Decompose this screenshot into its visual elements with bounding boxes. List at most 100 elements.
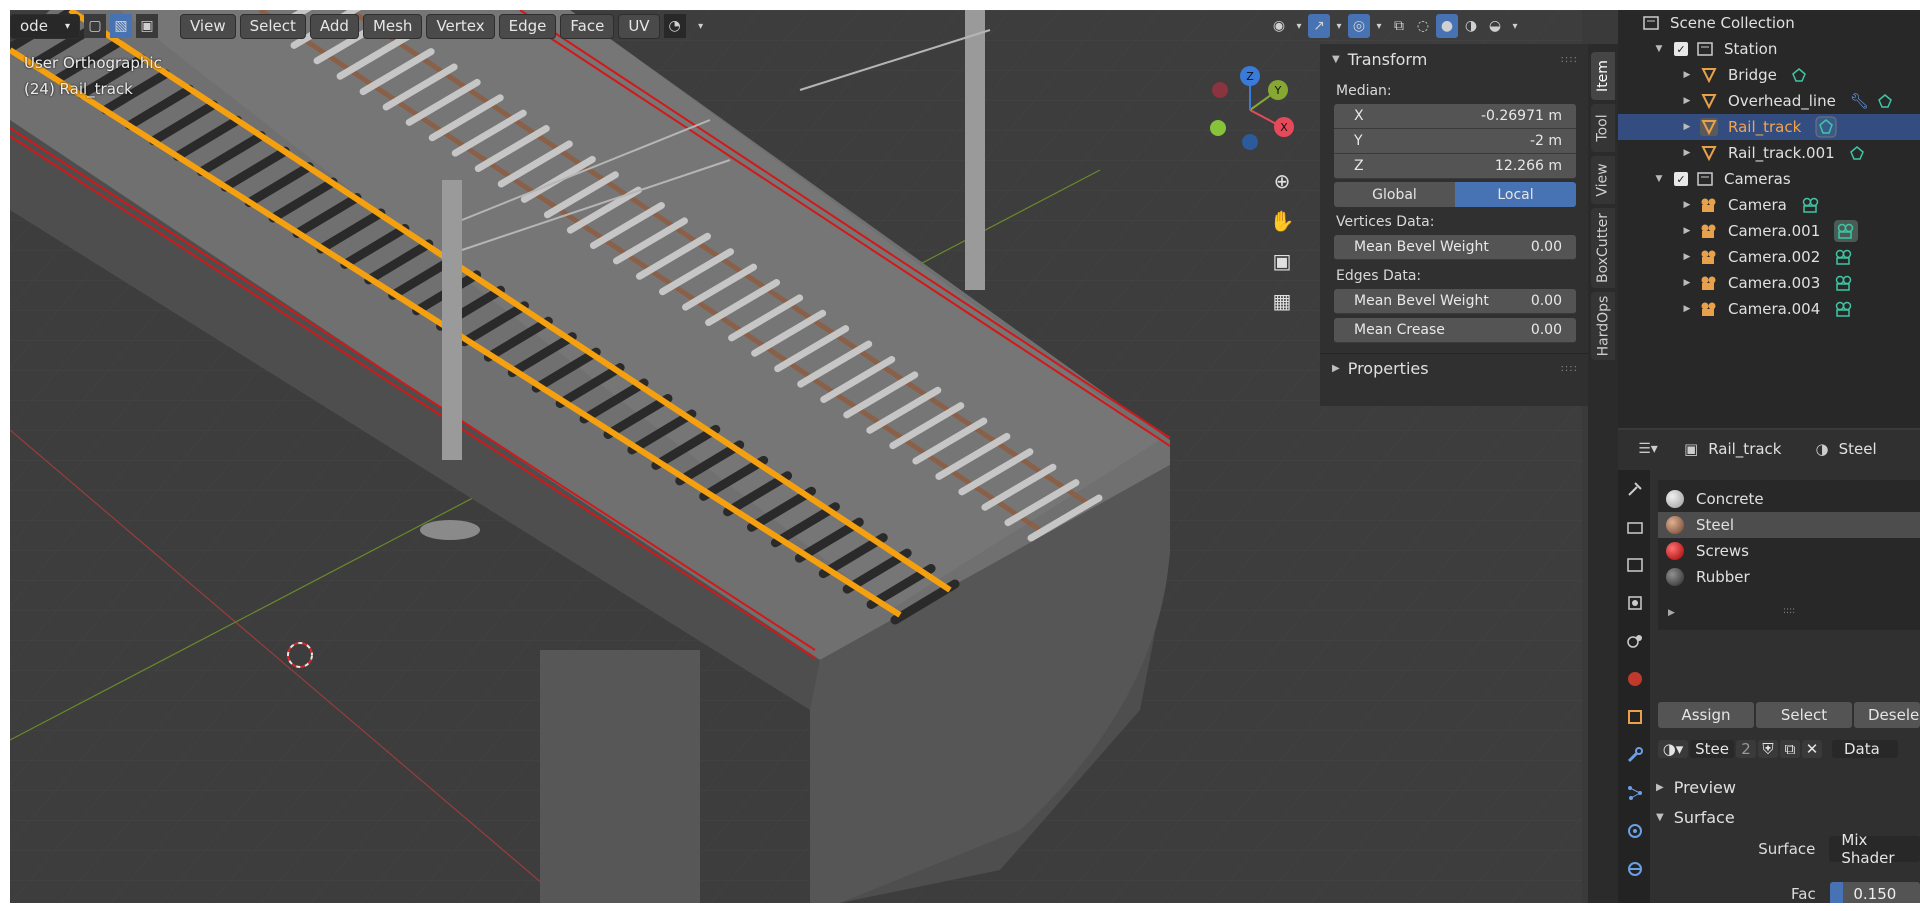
properties-panel-header[interactable]: ▶ Properties :::: xyxy=(1320,353,1588,383)
chevron-down-icon[interactable]: ▾ xyxy=(1332,14,1346,38)
scene-tab-icon[interactable] xyxy=(1622,628,1648,654)
fac-slider[interactable]: 0.150 xyxy=(1829,882,1920,903)
checkbox[interactable]: ✓ xyxy=(1674,42,1688,56)
outliner-row-station[interactable]: ▼ ✓ Station xyxy=(1618,36,1920,62)
outliner-row-camera-003[interactable]: ▶ Camera.003 xyxy=(1618,270,1920,296)
material-slot[interactable]: Rubber xyxy=(1658,564,1920,590)
mesh-data-icon[interactable] xyxy=(1849,145,1865,161)
solid-shading-icon[interactable]: ● xyxy=(1436,14,1458,38)
menu-vertex[interactable]: Vertex xyxy=(426,13,495,39)
face-select-icon[interactable]: ▣ xyxy=(136,14,158,38)
outliner-row-camera-001[interactable]: ▶ Camera.001 xyxy=(1618,218,1920,244)
menu-edge[interactable]: Edge xyxy=(498,13,557,39)
local-button[interactable]: Local xyxy=(1455,182,1576,207)
gizmo-y[interactable]: Y xyxy=(1268,80,1288,100)
chevron-right-icon[interactable]: ▶ xyxy=(1680,252,1694,262)
drag-handle-icon[interactable]: :::: xyxy=(1561,54,1578,65)
camera-view-icon[interactable]: ▣ xyxy=(1265,244,1299,278)
gizmo-z[interactable]: Z xyxy=(1240,66,1260,86)
camera-data-icon[interactable] xyxy=(1834,301,1854,317)
drag-handle-icon[interactable]: :::: xyxy=(1561,363,1578,374)
duplicate-icon[interactable]: ⧉ xyxy=(1780,740,1800,758)
outliner-row-rail-track-001[interactable]: ▶ Rail_track.001 xyxy=(1618,140,1920,166)
edge-bevel-weight-field[interactable]: Mean Bevel Weight 0.00 xyxy=(1334,289,1576,314)
material-slot[interactable]: Screws xyxy=(1658,538,1920,564)
zoom-icon[interactable]: ⊕ xyxy=(1265,164,1299,198)
chevron-right-icon[interactable]: ▶ xyxy=(1680,278,1694,288)
outliner-row-camera-004[interactable]: ▶ Camera.004 xyxy=(1618,296,1920,322)
render-tab-icon[interactable] xyxy=(1622,514,1648,540)
object-tab-icon[interactable] xyxy=(1622,704,1648,730)
material-shading-icon[interactable]: ◑ xyxy=(1460,14,1482,38)
material-browse-icon[interactable]: ◑▾ xyxy=(1658,740,1688,758)
preview-section-header[interactable]: ▶ Preview xyxy=(1656,774,1736,800)
chevron-right-icon[interactable]: ▶ xyxy=(1680,226,1694,236)
unlink-close-icon[interactable]: ✕ xyxy=(1802,740,1822,758)
camera-data-icon[interactable] xyxy=(1834,220,1859,242)
material-name-field[interactable]: Stee xyxy=(1690,740,1734,758)
vertex-bevel-weight-field[interactable]: Mean Bevel Weight 0.00 xyxy=(1334,235,1576,260)
overlays-icon[interactable]: ◎ xyxy=(1348,14,1370,38)
transform-panel-header[interactable]: ▼ Transform :::: xyxy=(1320,44,1588,74)
chevron-down-icon[interactable]: ▾ xyxy=(1508,14,1522,38)
outliner-row-camera-002[interactable]: ▶ Camera.002 xyxy=(1618,244,1920,270)
menu-uv[interactable]: UV xyxy=(618,13,660,39)
menu-select[interactable]: Select xyxy=(239,13,306,39)
chevron-down-icon[interactable]: ▼ xyxy=(1652,174,1666,184)
surface-shader-dropdown[interactable]: Mix Shader xyxy=(1829,831,1920,867)
vertex-select-icon[interactable]: ▢ xyxy=(84,14,106,38)
material-slot[interactable]: Concrete xyxy=(1658,486,1920,512)
chevron-down-icon[interactable]: ▾ xyxy=(1292,14,1306,38)
chevron-right-icon[interactable]: ▶ xyxy=(1680,96,1694,106)
menu-face[interactable]: Face xyxy=(560,13,615,39)
select-button[interactable]: Select xyxy=(1756,702,1852,728)
global-button[interactable]: Global xyxy=(1334,182,1455,207)
chevron-down-icon[interactable]: ▾ xyxy=(690,14,712,38)
pan-hand-icon[interactable]: ✋ xyxy=(1265,204,1299,238)
camera-data-icon[interactable] xyxy=(1834,275,1854,291)
wireframe-shading-icon[interactable]: ◌ xyxy=(1412,14,1434,38)
chevron-right-icon[interactable]: ▶ xyxy=(1680,148,1694,158)
median-z-field[interactable]: Z 12.266 m xyxy=(1334,154,1576,179)
chevron-right-icon[interactable]: ▶ xyxy=(1680,200,1694,210)
median-x-field[interactable]: X -0.26971 m xyxy=(1334,104,1576,129)
chevron-right-icon[interactable]: ▶ xyxy=(1680,122,1694,132)
outliner-root[interactable]: Scene Collection xyxy=(1618,10,1920,36)
outliner-row-camera[interactable]: ▶ Camera xyxy=(1618,192,1920,218)
menu-view[interactable]: View xyxy=(180,13,236,39)
list-resize-handle[interactable]: :::: xyxy=(1783,606,1795,616)
mode-dropdown[interactable]: ode ▾ xyxy=(10,13,80,39)
gizmo-x[interactable]: X xyxy=(1274,117,1294,137)
edge-select-icon[interactable]: ▧ xyxy=(110,14,132,38)
proportional-edit-icon[interactable]: ◔ xyxy=(663,14,686,38)
physics-tab-icon[interactable] xyxy=(1622,818,1648,844)
gizmo-toggle-icon[interactable]: ↗ xyxy=(1308,14,1330,38)
link-dropdown[interactable]: Data xyxy=(1832,740,1898,758)
wrench-modifier-icon[interactable]: 🔧︎ xyxy=(1850,92,1869,110)
chevron-right-icon[interactable]: ▶ xyxy=(1680,70,1694,80)
xray-icon[interactable]: ⧉ xyxy=(1388,14,1410,38)
surface-section-header[interactable]: ▼ Surface xyxy=(1656,804,1735,830)
output-tab-icon[interactable] xyxy=(1622,552,1648,578)
ortho-grid-icon[interactable]: ▦ xyxy=(1265,284,1299,318)
material-slot-selected[interactable]: Steel xyxy=(1658,512,1920,538)
tab-view[interactable]: View xyxy=(1591,156,1615,204)
tab-item[interactable]: Item xyxy=(1591,52,1615,100)
tab-hardops[interactable]: HardOps xyxy=(1591,292,1615,360)
outliner-row-overhead-line[interactable]: ▶ Overhead_line 🔧︎ xyxy=(1618,88,1920,114)
camera-data-icon[interactable] xyxy=(1834,249,1854,265)
assign-button[interactable]: Assign xyxy=(1658,702,1754,728)
mesh-data-icon[interactable] xyxy=(1877,93,1893,109)
tool-tab-icon[interactable] xyxy=(1622,476,1648,502)
tab-boxcutter[interactable]: BoxCutter xyxy=(1591,208,1615,288)
modifier-tab-icon[interactable] xyxy=(1622,742,1648,768)
visibility-eye-icon[interactable]: ◉ xyxy=(1268,14,1290,38)
chevron-right-icon[interactable]: ▶ xyxy=(1668,608,1675,618)
constraints-tab-icon[interactable] xyxy=(1622,856,1648,882)
editor-type-icon[interactable]: ☰▾ xyxy=(1630,437,1666,461)
camera-data-icon[interactable] xyxy=(1801,197,1821,213)
outliner-row-rail-track[interactable]: ▶ Rail_track xyxy=(1618,114,1920,140)
tab-tool[interactable]: Tool xyxy=(1591,104,1615,152)
view-layer-tab-icon[interactable] xyxy=(1622,590,1648,616)
chevron-down-icon[interactable]: ▾ xyxy=(1372,14,1386,38)
